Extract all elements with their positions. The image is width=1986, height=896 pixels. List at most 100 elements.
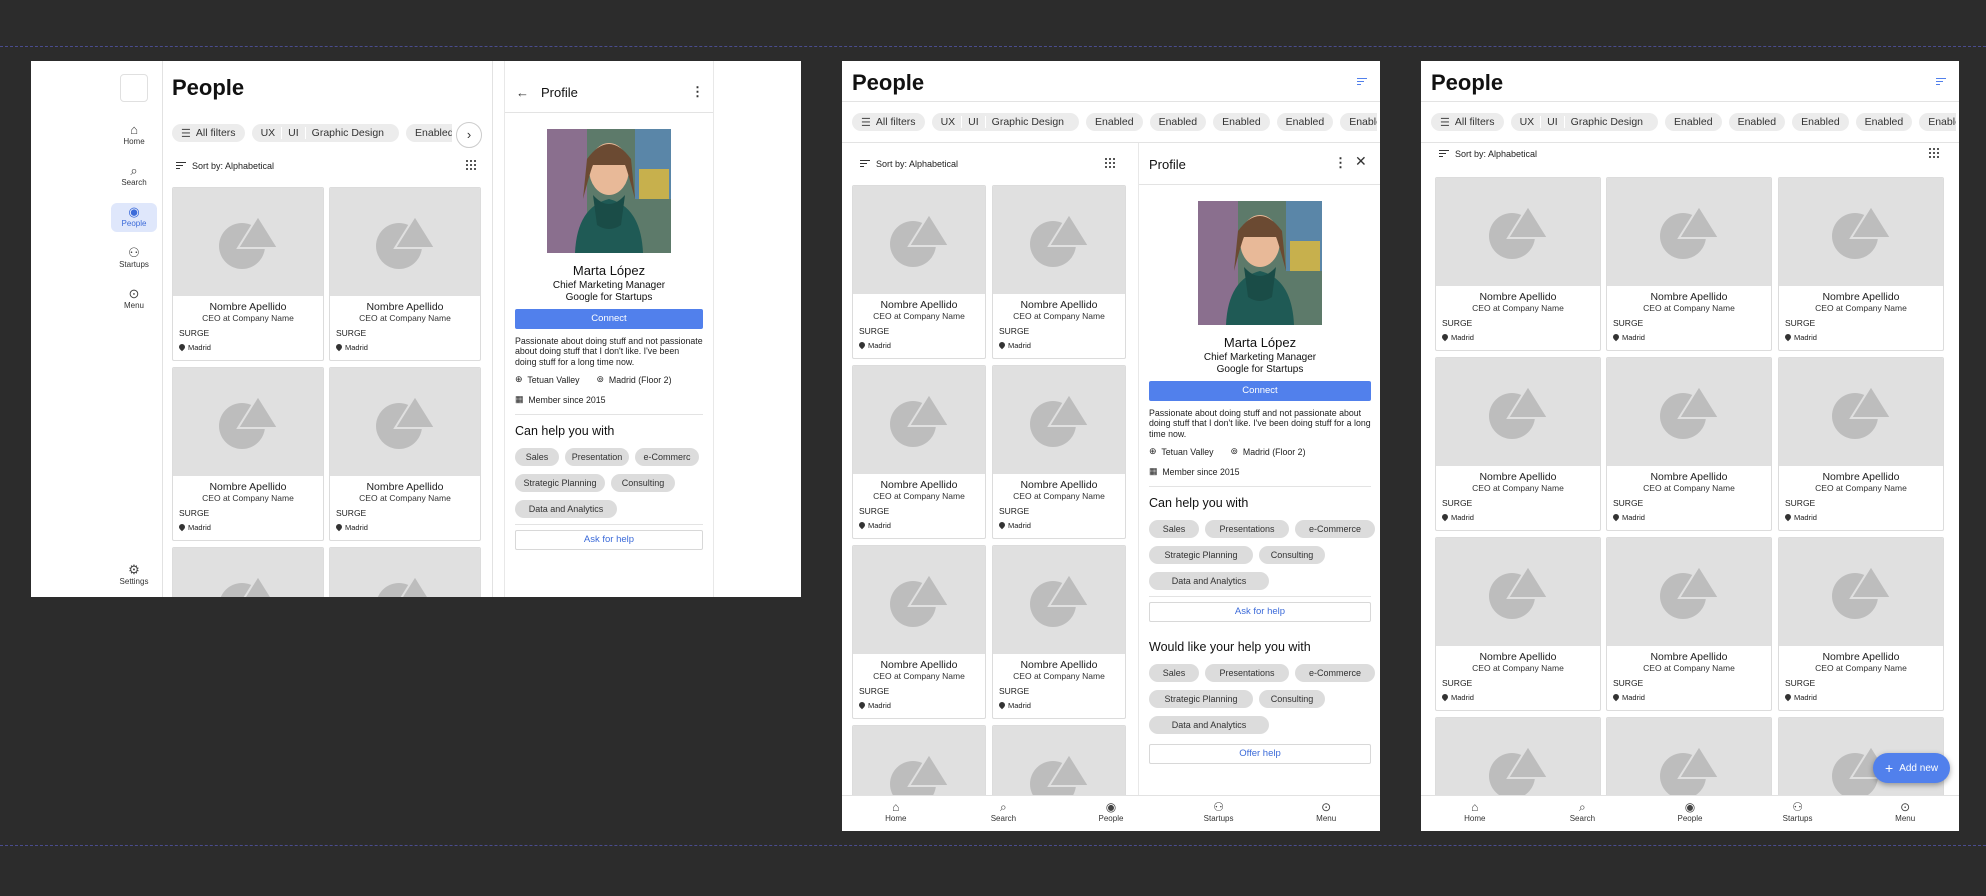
bottom-nav-home[interactable]: ⌂ Home: [1421, 796, 1529, 831]
person-card[interactable]: Nombre ApellidoCEO at Company NameSURGEM…: [1435, 537, 1601, 711]
enabled-chip[interactable]: Enabled: [1919, 113, 1956, 131]
tag-chip-group[interactable]: UX UI Graphic Design: [931, 113, 1080, 131]
offer-tag[interactable]: Sales: [1149, 664, 1199, 682]
all-filters-chip[interactable]: ☰ All filters: [172, 124, 245, 142]
help-tag[interactable]: e-Commerce: [1295, 520, 1375, 538]
offer-tag[interactable]: Presentations: [1205, 664, 1289, 682]
person-card[interactable]: Nombre ApellidoCEO at Company NameSURGEM…: [172, 367, 324, 541]
offer-tag[interactable]: e-Commerce: [1295, 664, 1375, 682]
person-card[interactable]: Nombre ApellidoCEO at Company NameSURGEM…: [852, 545, 986, 719]
enabled-chip[interactable]: Enabled: [1855, 113, 1913, 131]
help-tag[interactable]: e-Commerc: [635, 448, 699, 466]
location-pin-icon: [859, 702, 865, 710]
filter-list-icon[interactable]: [1936, 76, 1946, 87]
tune-icon: ☰: [1440, 116, 1450, 129]
nav-people[interactable]: ◉ People: [111, 203, 157, 232]
back-arrow-icon[interactable]: ←: [516, 86, 529, 99]
enabled-chip[interactable]: Enabled: [1340, 113, 1377, 131]
enabled-chip[interactable]: Enabled: [1665, 113, 1722, 131]
person-card[interactable]: Nombre ApellidoCEO at Company NameSURGEM…: [329, 547, 481, 597]
placeholder-image-icon: [890, 392, 951, 447]
offer-tag[interactable]: Consulting: [1259, 690, 1325, 708]
help-tag[interactable]: Sales: [515, 448, 559, 466]
enabled-chip[interactable]: Enabled: [1086, 113, 1143, 131]
bottom-nav-people[interactable]: ◉ People: [1057, 796, 1165, 831]
connect-button[interactable]: Connect: [1149, 381, 1371, 401]
add-new-fab[interactable]: + Add new: [1873, 753, 1951, 783]
person-name: Nombre Apellido: [880, 479, 958, 491]
sort-control[interactable]: Sort by: Alphabetical: [176, 160, 274, 171]
person-card[interactable]: Nombre ApellidoCEO at Company NameSURGEM…: [1778, 357, 1944, 531]
more-vert-icon[interactable]: ⋮: [691, 85, 704, 98]
enabled-chip[interactable]: Enabled: [1149, 113, 1207, 131]
person-card[interactable]: Nombre ApellidoCEO at Company NameSURGEM…: [329, 367, 481, 541]
bottom-nav-home[interactable]: ⌂ Home: [842, 796, 950, 831]
all-filters-chip[interactable]: ☰ All filters: [852, 113, 925, 131]
help-tag[interactable]: Strategic Planning: [1149, 546, 1253, 564]
bottom-nav-menu[interactable]: ⊙ Menu: [1272, 796, 1380, 831]
grid-view-icon[interactable]: [1929, 148, 1939, 158]
offer-help-button[interactable]: Offer help: [1149, 744, 1371, 764]
bottom-nav-search[interactable]: ⌕ Search: [1529, 796, 1637, 831]
person-card[interactable]: Nombre ApellidoCEO at Company NameSURGEM…: [1778, 177, 1944, 351]
enabled-chip[interactable]: Enabled: [1213, 113, 1270, 131]
person-card[interactable]: Nombre ApellidoCEO at Company NameSURGEM…: [992, 545, 1126, 719]
person-card[interactable]: Nombre ApellidoCEO at Company NameSURGEM…: [1435, 177, 1601, 351]
all-filters-chip[interactable]: ☰ All filters: [1431, 113, 1504, 131]
person-card[interactable]: Nombre ApellidoCEO at Company NameSURGEM…: [1435, 357, 1601, 531]
next-filters-button[interactable]: ›: [456, 122, 482, 148]
person-card[interactable]: Nombre ApellidoCEO at Company NameSURGEM…: [329, 187, 481, 361]
tag-chip-group[interactable]: UX UI Graphic Design: [1510, 113, 1659, 131]
nav-settings[interactable]: ⚙ Settings: [111, 563, 157, 587]
person-location: Madrid: [1442, 333, 1600, 342]
enabled-chip[interactable]: Enabled: [1728, 113, 1786, 131]
ask-for-help-button[interactable]: Ask for help: [1149, 602, 1371, 622]
person-card[interactable]: Nombre ApellidoCEO at Company NameSURGEM…: [992, 185, 1126, 359]
enabled-chip[interactable]: Enabled: [1792, 113, 1849, 131]
help-tag[interactable]: Presentation: [565, 448, 629, 466]
more-vert-icon[interactable]: ⋮: [1334, 156, 1347, 169]
bottom-nav-menu[interactable]: ⊙ Menu: [1851, 796, 1959, 831]
bottom-nav-startups[interactable]: ⚇ Startups: [1744, 796, 1852, 831]
person-card[interactable]: Nombre ApellidoCEO at Company NameSURGEM…: [992, 365, 1126, 539]
offer-tag[interactable]: Data and Analytics: [1149, 716, 1269, 734]
help-tag[interactable]: Consulting: [1259, 546, 1325, 564]
nav-startups[interactable]: ⚇ Startups: [111, 244, 157, 273]
person-card[interactable]: Nombre ApellidoCEO at Company NameSURGEM…: [1606, 357, 1772, 531]
bottom-nav-label: Startups: [1782, 814, 1813, 823]
bottom-nav-search[interactable]: ⌕ Search: [950, 796, 1058, 831]
help-tag[interactable]: Sales: [1149, 520, 1199, 538]
ask-for-help-button[interactable]: Ask for help: [515, 530, 703, 550]
group-icon: ⚇: [128, 245, 140, 260]
bottom-nav-people[interactable]: ◉ People: [1636, 796, 1744, 831]
person-card[interactable]: Nombre ApellidoCEO at Company NameSURGEM…: [1778, 537, 1944, 711]
person-card[interactable]: Nombre ApellidoCEO at Company NameSURGEM…: [1606, 537, 1772, 711]
enabled-chip[interactable]: Enabled: [1276, 113, 1334, 131]
person-card[interactable]: Nombre ApellidoCEO at Company NameSURGEM…: [172, 187, 324, 361]
offer-tag[interactable]: Strategic Planning: [1149, 690, 1253, 708]
location-pin-icon: [1785, 334, 1791, 342]
help-tag[interactable]: Strategic Planning: [515, 474, 605, 492]
person-card[interactable]: Nombre ApellidoCEO at Company NameSURGEM…: [1606, 177, 1772, 351]
sort-control[interactable]: Sort by: Alphabetical: [1439, 148, 1537, 159]
person-card[interactable]: Nombre ApellidoCEO at Company NameSURGEM…: [852, 185, 986, 359]
filter-list-icon[interactable]: [1357, 76, 1367, 87]
connect-button[interactable]: Connect: [515, 309, 703, 329]
enabled-chip[interactable]: Enabled: [406, 124, 452, 142]
person-card[interactable]: Nombre ApellidoCEO at Company NameSURGEM…: [852, 365, 986, 539]
person-location: Madrid: [1442, 513, 1600, 522]
person-card[interactable]: Nombre ApellidoCEO at Company NameSURGEM…: [172, 547, 324, 597]
sort-control[interactable]: Sort by: Alphabetical: [860, 158, 958, 169]
grid-view-icon[interactable]: [1105, 158, 1115, 168]
help-tag[interactable]: Consulting: [611, 474, 675, 492]
help-tag[interactable]: Data and Analytics: [1149, 572, 1269, 590]
help-tag[interactable]: Presentations: [1205, 520, 1289, 538]
nav-home[interactable]: ⌂ Home: [111, 121, 157, 150]
bottom-nav-startups[interactable]: ⚇ Startups: [1165, 796, 1273, 831]
nav-menu[interactable]: ⊙ Menu: [111, 285, 157, 314]
tag-chip-group[interactable]: UX UI Graphic Design: [251, 124, 400, 142]
close-icon[interactable]: ✕: [1355, 154, 1367, 168]
nav-search[interactable]: ⌕ Search: [111, 162, 157, 191]
help-tag[interactable]: Data and Analytics: [515, 500, 617, 518]
grid-view-icon[interactable]: [466, 160, 476, 170]
